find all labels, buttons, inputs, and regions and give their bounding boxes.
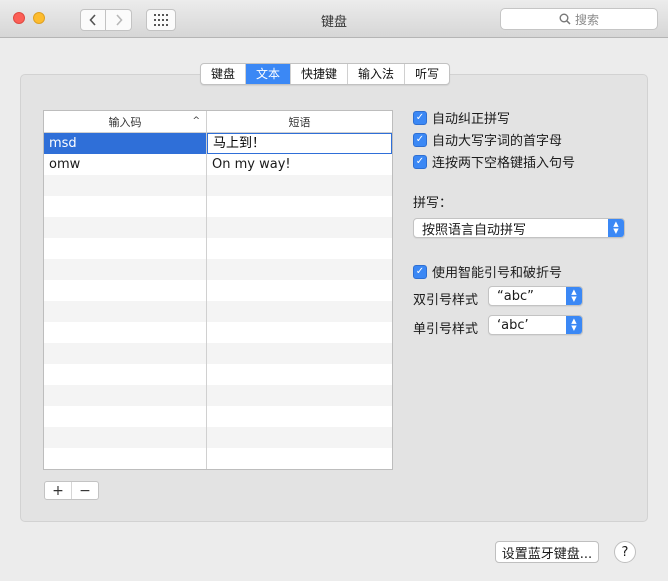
empty-row <box>44 385 392 406</box>
double-quote-select[interactable]: “abc” ▲ ▼ <box>488 286 583 306</box>
double-quote-value: “abc” <box>497 288 534 304</box>
remove-button[interactable]: − <box>72 482 98 499</box>
spelling-select[interactable]: 按照语言自动拼写 ▲ ▼ <box>413 218 625 238</box>
empty-row <box>44 364 392 385</box>
empty-row <box>44 196 392 217</box>
tab-dictation[interactable]: 听写 <box>405 64 449 84</box>
add-button[interactable]: + <box>45 482 72 499</box>
empty-row <box>44 175 392 196</box>
single-quote-value: ‘abc’ <box>497 317 529 333</box>
empty-row <box>44 406 392 427</box>
auto-capitalize-label: 自动大写字词的首字母 <box>432 134 563 149</box>
checkbox-checked-icon[interactable]: ✓ <box>413 110 427 125</box>
column-header-replace[interactable]: 输入码 ^ <box>44 111 207 132</box>
tab-shortcuts[interactable]: 快捷键 <box>291 64 349 84</box>
empty-row <box>44 217 392 238</box>
double-space-period-label: 连按两下空格键插入句号 <box>432 156 576 171</box>
auto-correct-option[interactable]: ✓ 自动纠正拼写 <box>413 108 510 127</box>
search-placeholder: 搜索 <box>574 12 599 27</box>
table-row[interactable]: msd 马上到！ <box>44 133 392 154</box>
column-header-with[interactable]: 短语 <box>207 111 392 132</box>
smart-quotes-option[interactable]: ✓ 使用智能引号和破折号 <box>413 262 562 281</box>
checkbox-checked-icon[interactable]: ✓ <box>413 154 427 169</box>
replace-cell[interactable]: omw <box>44 154 207 175</box>
checkbox-checked-icon[interactable]: ✓ <box>413 264 427 279</box>
help-button[interactable]: ? <box>614 541 636 563</box>
add-remove-control: + − <box>44 481 99 500</box>
auto-capitalize-option[interactable]: ✓ 自动大写字词的首字母 <box>413 130 562 149</box>
select-arrows-icon: ▲ ▼ <box>566 316 582 334</box>
search-field[interactable]: 搜索 <box>500 8 658 30</box>
empty-row <box>44 238 392 259</box>
spelling-select-value: 按照语言自动拼写 <box>422 222 527 238</box>
empty-row <box>44 259 392 280</box>
tab-keyboard[interactable]: 键盘 <box>201 64 247 84</box>
double-space-period-option[interactable]: ✓ 连按两下空格键插入句号 <box>413 152 575 171</box>
table-row[interactable]: omw On my way! <box>44 154 392 175</box>
phrase-cell-editing[interactable]: 马上到！ <box>207 133 392 154</box>
title-bar: 键盘 搜索 <box>0 0 668 38</box>
table-body: msd 马上到！ omw On my way! <box>44 133 392 469</box>
empty-row <box>44 280 392 301</box>
phrase-cell[interactable]: On my way! <box>207 154 392 175</box>
empty-row <box>44 343 392 364</box>
smart-quotes-label: 使用智能引号和破折号 <box>432 266 563 281</box>
empty-row <box>44 322 392 343</box>
select-arrows-icon: ▲ ▼ <box>608 219 624 237</box>
tab-bar: 键盘 文本 快捷键 输入法 听写 <box>200 63 451 85</box>
table-header: 输入码 ^ 短语 <box>44 111 392 133</box>
single-quote-label: 单引号样式 <box>413 322 479 337</box>
select-arrows-icon: ▲ ▼ <box>566 287 582 305</box>
tab-text[interactable]: 文本 <box>246 64 292 84</box>
column-header-replace-label: 输入码 <box>108 115 142 129</box>
checkbox-checked-icon[interactable]: ✓ <box>413 132 427 147</box>
single-quote-select[interactable]: ‘abc’ ▲ ▼ <box>488 315 583 335</box>
auto-correct-label: 自动纠正拼写 <box>432 112 511 127</box>
text-replacement-table[interactable]: 输入码 ^ 短语 msd 马上到！ omw On my way! <box>43 110 393 470</box>
empty-row <box>44 301 392 322</box>
column-header-with-label: 短语 <box>288 115 311 129</box>
sort-ascending-icon: ^ <box>192 116 200 126</box>
setup-bluetooth-keyboard-button[interactable]: 设置蓝牙键盘... <box>495 541 599 563</box>
spelling-label: 拼写： <box>413 196 453 211</box>
empty-row <box>44 427 392 448</box>
search-icon <box>559 13 571 25</box>
replace-cell[interactable]: msd <box>44 133 207 154</box>
empty-row <box>44 448 392 469</box>
double-quote-label: 双引号样式 <box>413 293 479 308</box>
tab-input-sources[interactable]: 输入法 <box>348 64 406 84</box>
